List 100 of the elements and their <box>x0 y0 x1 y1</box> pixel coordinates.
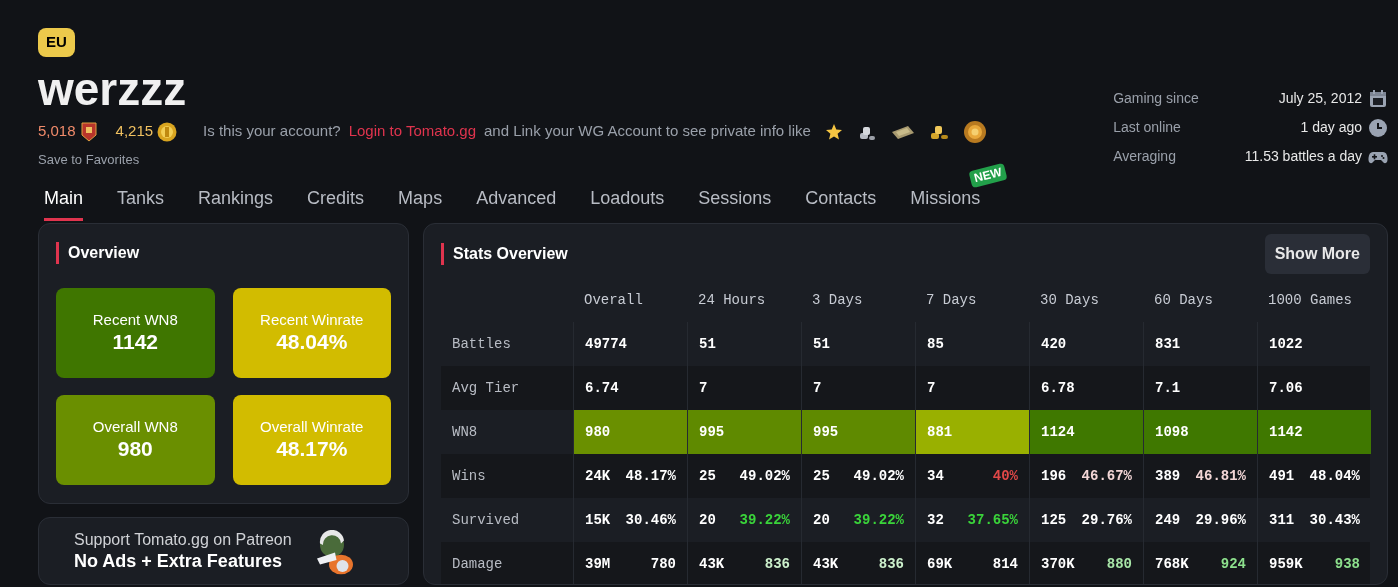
tile-value: 48.04% <box>276 329 348 355</box>
star-icon <box>824 122 843 141</box>
table-cell-text: 46.81% <box>1195 466 1246 486</box>
tile-label: Recent Winrate <box>260 311 364 329</box>
table-cell-text: 32 <box>927 510 944 530</box>
info-label: Averaging <box>1113 147 1177 166</box>
tab[interactable]: Credits <box>307 185 365 221</box>
rating-cell: 1124 <box>1029 410 1143 454</box>
save-favorites-link[interactable]: Save to Favorites <box>38 149 140 169</box>
patreon-headline: No Ads + Extra Features <box>74 550 283 572</box>
column-header: Overall <box>584 291 643 308</box>
column-header: 7 Days <box>926 291 977 308</box>
tile-label: Overall WN8 <box>92 418 178 436</box>
table-cell-text: 6.78 <box>1041 378 1075 398</box>
tab[interactable]: Loadouts <box>590 185 665 221</box>
patreon-card[interactable]: Support Tomato.gg on Patreon No Ads + Extra Features <box>38 517 409 585</box>
rating-value: 5,018 <box>38 121 76 142</box>
table-cell-text: 959K <box>1269 554 1303 574</box>
table-cell-text: 25 <box>699 466 716 486</box>
rating-cell: 1142 <box>1257 410 1371 454</box>
column-header: 60 Days <box>1154 291 1213 308</box>
table-cell-text: 85 <box>927 334 944 354</box>
table-cell-text: 43K <box>813 554 839 574</box>
tile-value: 980 <box>117 436 153 462</box>
table-cell-text: 7 <box>699 378 708 398</box>
rating-cell: 995 <box>801 410 915 454</box>
login-link[interactable]: Login to Tomato.gg <box>348 120 476 143</box>
table-cell-text: 7 <box>813 378 822 398</box>
coin-icon <box>157 121 178 142</box>
table-cell-text: 7.06 <box>1269 378 1303 398</box>
tile-value: 1142 <box>112 329 159 355</box>
tile-label: Recent WN8 <box>92 311 178 329</box>
table-cell-text: 20 <box>699 510 716 530</box>
table-cell-text: 370K <box>1041 554 1075 574</box>
table-cell-text: 15K <box>585 510 611 530</box>
rating-cell: 1098 <box>1143 410 1257 454</box>
column-header: 3 Days <box>812 291 863 308</box>
new-badge: NEW <box>968 162 1008 189</box>
table-cell-text: 25 <box>813 466 830 486</box>
table-cell-text: 125 <box>1041 510 1067 530</box>
column-header: 24 Hours <box>698 291 766 308</box>
table-cell-text: 7 <box>927 378 936 398</box>
table-cell-text: 43K <box>699 554 725 574</box>
table-cell-text: 39.22% <box>853 510 904 530</box>
table-cell-text: 6.74 <box>585 378 619 398</box>
info-label: Last online <box>1113 118 1182 137</box>
card-title: Stats Overview <box>453 244 568 264</box>
table-cell-text: 311 <box>1269 510 1295 530</box>
table-cell-text: 51 <box>699 334 716 354</box>
table-cell-text: 836 <box>764 554 790 574</box>
patreon-text: Support Tomato.gg on Patreon <box>74 530 292 550</box>
table-cell-text: 1022 <box>1269 334 1303 354</box>
row-label: Wins <box>452 466 486 486</box>
row-label: Survived <box>452 510 520 530</box>
table-cell-text: 24K <box>585 466 611 486</box>
table-cell-text: 924 <box>1220 554 1246 574</box>
table-cell-text: 34 <box>927 466 944 486</box>
row-label: Avg Tier <box>452 378 520 398</box>
tab[interactable]: Advanced <box>476 185 557 221</box>
tab[interactable]: Tanks <box>117 185 165 221</box>
table-cell-text: 814 <box>992 554 1018 574</box>
show-more-button[interactable]: Show More <box>1264 234 1370 274</box>
medal-icon <box>962 119 987 144</box>
table-cell-text: 46.67% <box>1081 466 1132 486</box>
tab[interactable]: Contacts <box>805 185 877 221</box>
table-cell-text: 836 <box>878 554 904 574</box>
account-prompt-text: and Link your WG Account to see private info like <box>484 121 811 142</box>
card-title: Overview <box>68 243 140 263</box>
tab[interactable]: Sessions <box>698 185 772 221</box>
table-cell-text: 389 <box>1155 466 1181 486</box>
tile-label: Overall Winrate <box>260 418 364 436</box>
rating-cell: 995 <box>687 410 801 454</box>
table-cell-text: 51 <box>813 334 830 354</box>
info-value: July 25, 2012 <box>1278 89 1362 108</box>
clock-icon <box>1368 117 1388 138</box>
table-cell-text: 39.22% <box>739 510 790 530</box>
table-cell-text: 30.46% <box>625 510 676 530</box>
column-header: 1000 Games <box>1268 291 1352 308</box>
table-cell-text: 938 <box>1334 554 1360 574</box>
table-cell-text: 831 <box>1155 334 1181 354</box>
table-cell-text: 7.1 <box>1155 378 1181 398</box>
table-cell-text: 780 <box>650 554 676 574</box>
shield-icon <box>79 121 98 142</box>
table-cell-text: 768K <box>1155 554 1189 574</box>
table-cell-text: 49774 <box>585 334 627 354</box>
table-cell-text: 491 <box>1269 466 1295 486</box>
table-cell-text: 48.17% <box>625 466 676 486</box>
player-name: werzzz <box>38 62 188 115</box>
tab[interactable]: Rankings <box>198 185 274 221</box>
table-cell-text: 49.02% <box>853 466 904 486</box>
tab[interactable]: Maps <box>398 185 443 221</box>
table-cell-text: 29.76% <box>1081 510 1132 530</box>
table-cell-text: 40% <box>992 466 1018 486</box>
rating-cell: 980 <box>573 410 687 454</box>
table-cell-text: 37.65% <box>967 510 1018 530</box>
table-cell-text: 420 <box>1041 334 1067 354</box>
table-cell-text: 249 <box>1155 510 1181 530</box>
table-cell-text: 29.96% <box>1195 510 1246 530</box>
region-badge: EU <box>38 28 75 57</box>
table-cell-text: 30.43% <box>1309 510 1360 530</box>
